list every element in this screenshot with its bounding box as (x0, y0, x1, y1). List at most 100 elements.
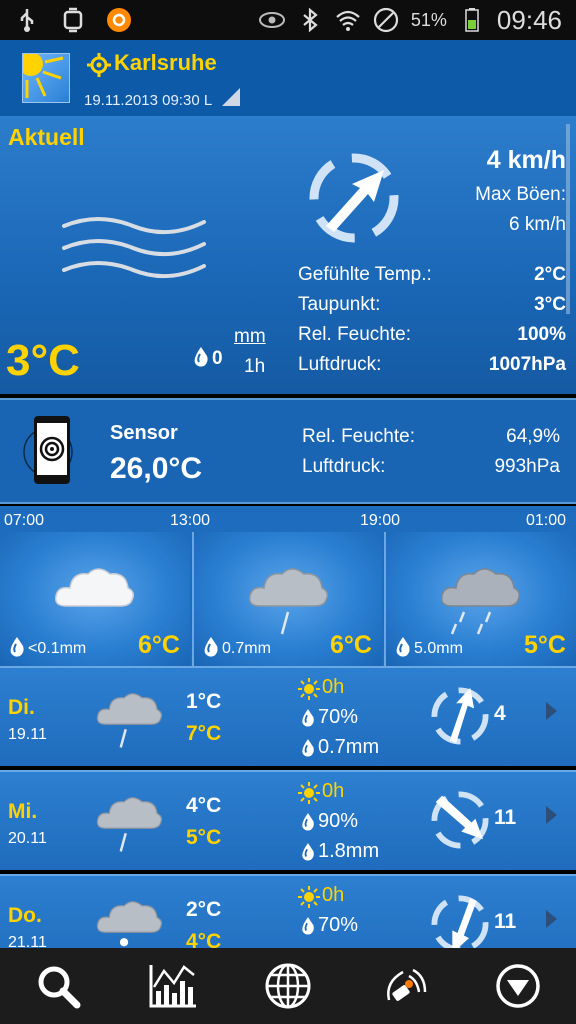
dew-point-value: 3°C (534, 294, 566, 315)
day-name: Do. (8, 904, 42, 927)
scrollbar[interactable] (566, 124, 570, 314)
chart-button[interactable] (143, 956, 203, 1016)
battery-icon (465, 8, 479, 32)
hourly-period[interactable]: 5.0mm 5°C (384, 532, 576, 666)
cloud-icon (54, 568, 135, 607)
precip-probability: 70% (318, 706, 359, 728)
hour-label: 07:00 (4, 512, 45, 529)
app-logo-icon[interactable] (22, 53, 70, 103)
max-temp: 7°C (186, 722, 222, 745)
sensor-pressure-value: 993hPa (494, 456, 560, 477)
city-name[interactable]: Karlsruhe (114, 50, 217, 76)
min-temp: 2°C (186, 898, 222, 921)
sunshine-hours: 0h (322, 676, 345, 698)
raindrop-icon (302, 917, 314, 935)
precip-unit: mm (234, 326, 266, 347)
current-conditions-panel[interactable]: Aktuell 3°C 0 mm 1h 4 km/h Max Böen: 6 k… (0, 116, 576, 394)
hourly-period[interactable]: <0.1mm 6°C (0, 532, 190, 666)
day-name: Di. (8, 696, 35, 719)
watch-icon (63, 7, 83, 33)
sensor-temperature: 26,0°C (110, 452, 203, 485)
globe-button[interactable] (258, 956, 318, 1016)
wind-speed: 11 (494, 910, 517, 933)
raindrop-icon (204, 637, 218, 657)
feels-like-value: 2°C (534, 264, 566, 285)
wind-direction-icon (431, 687, 489, 745)
precip-amount: 0.7mm (318, 736, 380, 758)
pressure-value: 1007hPa (488, 354, 566, 375)
raindrop-icon (10, 637, 24, 657)
hourly-precip: <0.1mm (28, 640, 87, 657)
phone-sensor-icon (23, 416, 73, 484)
raindrop-icon (194, 347, 208, 367)
humidity-label: Rel. Feuchte: (298, 324, 411, 345)
raindrop-icon (396, 637, 410, 657)
raindrop-icon (302, 709, 314, 727)
pressure-label: Luftdruck: (298, 354, 382, 375)
wifi-icon (336, 10, 360, 31)
do-not-disturb-icon (373, 7, 398, 33)
chevron-right-icon[interactable] (546, 806, 557, 824)
eye-icon (258, 12, 285, 28)
hourly-precip: 5.0mm (414, 640, 463, 657)
radar-button[interactable] (373, 956, 433, 1016)
sensor-panel[interactable]: Sensor 26,0°C Rel. Feuchte: 64,9% Luftdr… (0, 398, 576, 504)
cloud-drizzle-icon (96, 693, 163, 748)
dew-point-label: Taupunkt: (298, 294, 381, 315)
wind-direction-icon (309, 153, 399, 243)
min-temp: 1°C (186, 690, 222, 713)
chevron-right-icon[interactable] (546, 910, 557, 928)
sunshine-hours: 0h (322, 780, 345, 802)
search-icon (38, 966, 81, 1009)
sensor-title: Sensor (110, 422, 178, 444)
location-icon (87, 53, 111, 77)
status-bar: 51% 09:46 (0, 0, 576, 40)
chart-icon (149, 965, 196, 1008)
raindrop-icon (302, 843, 314, 861)
precip-value: 0 (212, 348, 223, 369)
cloud-rain-icon (440, 568, 521, 635)
hour-label: 19:00 (360, 512, 401, 529)
wind-weather-icon (62, 217, 206, 279)
hourly-period[interactable]: 0.7mm 6°C (192, 532, 382, 666)
globe-icon (265, 963, 311, 1009)
precip-probability: 90% (318, 810, 359, 832)
cloud-drizzle-icon (96, 797, 163, 852)
dropdown-corner-icon[interactable] (222, 88, 240, 106)
day-name: Mi. (8, 800, 38, 823)
sensor-humidity-value: 64,9% (506, 426, 560, 447)
sensor-pressure-label: Luftdruck: (302, 456, 386, 477)
menu-button[interactable] (488, 956, 548, 1016)
sensor-humidity-label: Rel. Feuchte: (302, 426, 415, 447)
hourly-temp: 6°C (330, 631, 372, 659)
hour-label: 01:00 (526, 512, 567, 529)
gust-label: Max Böen: (475, 184, 566, 205)
wind-speed: 4 km/h (486, 146, 566, 174)
hour-label: 13:00 (170, 512, 211, 529)
wind-speed: 4 (494, 702, 506, 725)
cloud-drizzle-icon (248, 568, 329, 635)
precip-period: 1h (244, 356, 266, 377)
hourly-forecast[interactable]: 07:00 13:00 19:00 01:00 <0.1mm 6°C 0.7mm… (0, 506, 576, 666)
precip-amount: 1.8mm (318, 840, 380, 862)
hourly-temp: 6°C (138, 631, 180, 659)
raindrop-icon (302, 813, 314, 831)
precip-probability: 70% (318, 914, 359, 936)
wind-direction-icon (431, 895, 489, 954)
sunshine-hours: 0h (322, 884, 345, 906)
humidity-value: 100% (517, 324, 566, 345)
menu-down-icon (496, 964, 541, 1008)
hourly-temp: 5°C (524, 631, 566, 659)
day-date: 20.11 (8, 830, 47, 847)
bluetooth-icon (303, 7, 318, 33)
daily-forecast-row[interactable]: Mi. 20.11 4°C 5°C 0h 90% 1.8mm 11 (0, 770, 576, 870)
day-date: 19.11 (8, 726, 47, 743)
radar-icon (387, 968, 427, 1001)
wind-speed: 11 (494, 806, 517, 829)
raindrop-icon (302, 739, 314, 757)
usb-icon (20, 9, 34, 32)
feels-like-label: Gefühlte Temp.: (298, 264, 432, 285)
chevron-right-icon[interactable] (546, 702, 557, 720)
daily-forecast-row[interactable]: Di. 19.11 1°C 7°C 0h 70% 0.7mm 4 (0, 666, 576, 766)
search-button[interactable] (28, 956, 88, 1016)
